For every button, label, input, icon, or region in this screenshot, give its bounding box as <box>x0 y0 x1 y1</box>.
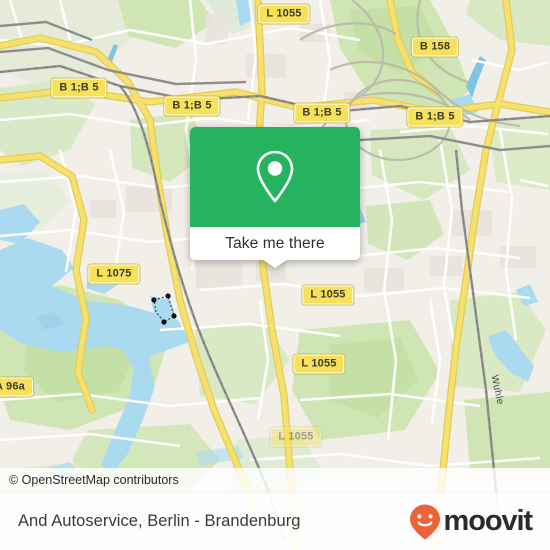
moovit-pin-icon <box>409 504 440 539</box>
road-shield: L 1055 <box>302 285 354 305</box>
road-shield: B 1;B 5 <box>294 103 350 123</box>
road-shield: A 96a <box>0 377 33 397</box>
road-shield: L 1055 <box>258 4 310 24</box>
moovit-wordmark: moovit <box>443 505 534 537</box>
road-shield: B 1;B 5 <box>407 107 463 127</box>
location-title: And Autoservice, Berlin - Brandenburg <box>18 512 301 530</box>
take-me-there-button[interactable]: Take me there <box>190 227 360 260</box>
footer-bar: And Autoservice, Berlin - Brandenburg mo… <box>0 492 550 550</box>
map-pin-icon <box>190 127 360 227</box>
screenshot-root: L 1055 B 158 B 1;B 5 B 1;B 5 B 1;B 5 B 1… <box>0 0 550 550</box>
road-shield: B 1;B 5 <box>164 96 220 116</box>
moovit-logo[interactable]: moovit <box>408 503 534 541</box>
road-shield: L 1055 <box>270 427 322 447</box>
road-shield: L 1055 <box>293 354 345 374</box>
road-shield: B 1;B 5 <box>51 78 107 98</box>
destination-callout-card[interactable]: Take me there <box>190 127 360 268</box>
callout-tail <box>262 259 288 268</box>
map-attribution[interactable]: © OpenStreetMap contributors <box>0 468 550 492</box>
callout-body: Take me there <box>190 127 360 260</box>
attribution-text: © OpenStreetMap contributors <box>9 473 179 487</box>
road-shield: B 158 <box>411 37 459 57</box>
road-shield: L 1075 <box>88 264 140 284</box>
